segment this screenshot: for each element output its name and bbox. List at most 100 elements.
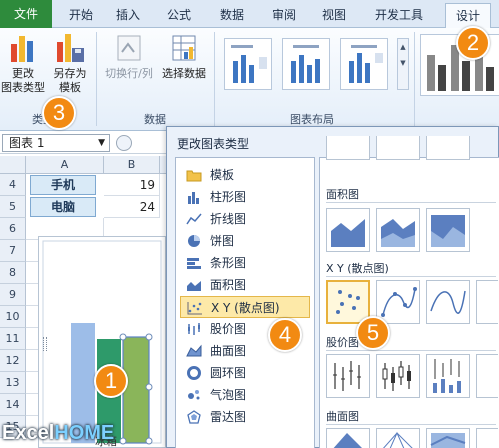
- scatter-markers-icon: [336, 290, 360, 314]
- section-divider: [326, 350, 496, 351]
- chart-layout-icon: [349, 45, 383, 83]
- select-data-button[interactable]: 选择数据: [158, 32, 210, 81]
- chart-type-bar[interactable]: 条形图: [180, 252, 310, 274]
- chart-type-label: 模板: [210, 168, 235, 182]
- group-label-layout: 图表布局: [290, 113, 334, 126]
- tab-insert[interactable]: 插入: [108, 3, 148, 28]
- column-header-a[interactable]: A: [26, 156, 104, 174]
- row-header[interactable]: 14: [0, 394, 26, 416]
- surface-subtype-thumb[interactable]: [326, 428, 370, 448]
- tab-view[interactable]: 视图: [314, 3, 354, 28]
- row-header[interactable]: 10: [0, 306, 26, 328]
- cell-label[interactable]: 手机: [30, 175, 96, 195]
- row-header[interactable]: 7: [0, 240, 26, 262]
- tab-home[interactable]: 开始: [62, 3, 100, 28]
- tab-developer[interactable]: 开发工具: [368, 3, 430, 28]
- chart-type-bubble[interactable]: 气泡图: [180, 384, 310, 406]
- section-header-area: 面积图: [326, 188, 359, 201]
- chart-layout-icon: [231, 45, 267, 83]
- chart-type-label: 气泡图: [210, 388, 247, 402]
- area-subtype-thumb[interactable]: [376, 208, 420, 252]
- select-data-label: 选择数据: [162, 67, 206, 80]
- excelhome-watermark: ExcelHOME: [2, 422, 114, 445]
- tab-file[interactable]: 文件: [0, 0, 52, 28]
- change-chart-type-button[interactable]: 更改 图表类型: [0, 32, 46, 95]
- chart-type-label: 曲面图: [210, 344, 247, 358]
- ribbon-tab-bar: 文件 开始 插入 公式 数据 审阅 视图 开发工具 设计: [0, 0, 499, 28]
- scatter-smooth-thumb[interactable]: [426, 280, 470, 324]
- chart-type-doughnut[interactable]: 圆环图: [180, 362, 310, 384]
- name-box[interactable]: 图表 1 ▼: [2, 134, 110, 152]
- chart-type-area[interactable]: 面积图: [180, 274, 310, 296]
- area-subtype-thumb[interactable]: [326, 208, 370, 252]
- chart-type-column[interactable]: 柱形图: [180, 186, 310, 208]
- stock-subtype-thumb[interactable]: [376, 354, 420, 398]
- bubble-chart-icon: [188, 390, 200, 400]
- callout-badge-3: 3: [42, 96, 76, 130]
- switch-row-column-button[interactable]: 切换行/列: [100, 32, 158, 81]
- stock-subtype-thumb[interactable]: [326, 354, 370, 398]
- row-header[interactable]: 11: [0, 328, 26, 350]
- change-chart-type-dialog: 更改图表类型 模板 柱形图 折线图 饼图 条形图 面积图 X Y (散点图) 股…: [166, 126, 499, 448]
- save-template-line1: 另存为: [53, 67, 87, 80]
- row-header[interactable]: 12: [0, 350, 26, 372]
- section-divider: [326, 276, 496, 277]
- chevron-down-icon[interactable]: ▼: [98, 135, 105, 151]
- pie-chart-icon: [188, 235, 200, 247]
- tab-data[interactable]: 数据: [212, 3, 252, 28]
- line-chart-icon: [186, 213, 202, 225]
- chart-type-radar[interactable]: 雷达图: [180, 406, 310, 428]
- contour-icon: [430, 433, 466, 448]
- chart-layout-option[interactable]: [224, 38, 272, 90]
- chart-type-line[interactable]: 折线图: [180, 208, 310, 230]
- surface-subtype-thumb[interactable]: [376, 428, 420, 448]
- chart-subtype-thumb[interactable]: [426, 136, 470, 160]
- percent-area-icon: [431, 215, 465, 247]
- stacked-area-icon: [381, 219, 415, 247]
- area-subtype-thumb[interactable]: [426, 208, 470, 252]
- row-header[interactable]: 6: [0, 218, 26, 240]
- stock-subtype-thumb[interactable]: [476, 354, 498, 398]
- row-header[interactable]: 4: [0, 174, 26, 196]
- surface-subtype-thumb[interactable]: [426, 428, 470, 448]
- embedded-chart[interactable]: 冰箱: [38, 236, 166, 448]
- chart-type-scatter[interactable]: X Y (散点图): [180, 296, 310, 318]
- section-header-scatter: X Y (散点图): [326, 262, 389, 275]
- chart-type-list: 模板 柱形图 折线图 饼图 条形图 面积图 X Y (散点图) 股价图 曲面图 …: [175, 157, 315, 448]
- save-as-template-button[interactable]: 另存为 模板: [48, 32, 92, 95]
- row-header[interactable]: 8: [0, 262, 26, 284]
- scatter-straight-thumb[interactable]: [476, 280, 498, 324]
- chart-layout-option[interactable]: [282, 38, 330, 90]
- insert-function-icon[interactable]: [116, 135, 132, 151]
- chart-subtype-thumb[interactable]: [326, 136, 370, 160]
- chart-type-label: 股价图: [210, 322, 247, 336]
- row-header[interactable]: 13: [0, 372, 26, 394]
- tab-review[interactable]: 审阅: [264, 3, 304, 28]
- cell-value[interactable]: 19: [104, 174, 160, 196]
- surface-chart-icon: [186, 344, 202, 357]
- cell-label[interactable]: 电脑: [30, 197, 96, 217]
- cell-value[interactable]: 24: [104, 196, 160, 218]
- chart-subtype-thumb[interactable]: [376, 136, 420, 160]
- chart-type-template[interactable]: 模板: [180, 164, 310, 186]
- row-header[interactable]: 5: [0, 196, 26, 218]
- change-type-line1: 更改: [12, 67, 34, 80]
- chart-type-pie[interactable]: 饼图: [180, 230, 310, 252]
- select-all-corner[interactable]: [0, 156, 26, 174]
- chart-resize-handle[interactable]: [43, 337, 47, 351]
- doughnut-chart-icon: [187, 366, 201, 380]
- scatter-smooth-markers-thumb[interactable]: [376, 280, 420, 324]
- chart-type-label: 面积图: [210, 278, 247, 292]
- layout-gallery-scroll[interactable]: ▲ ▼: [397, 38, 409, 90]
- column-header-b[interactable]: B: [104, 156, 160, 174]
- tab-design[interactable]: 设计: [445, 3, 491, 28]
- tab-formulas[interactable]: 公式: [159, 3, 199, 28]
- group-label-data: 数据: [144, 113, 166, 126]
- scatter-smooth-markers-icon: [381, 287, 417, 317]
- chart-layout-option[interactable]: [340, 38, 388, 90]
- formula-bar: 图表 1 ▼: [0, 132, 170, 154]
- chart-plot: [42, 240, 162, 445]
- surface-subtype-thumb[interactable]: [476, 428, 498, 448]
- row-header[interactable]: 9: [0, 284, 26, 306]
- stock-subtype-thumb[interactable]: [426, 354, 470, 398]
